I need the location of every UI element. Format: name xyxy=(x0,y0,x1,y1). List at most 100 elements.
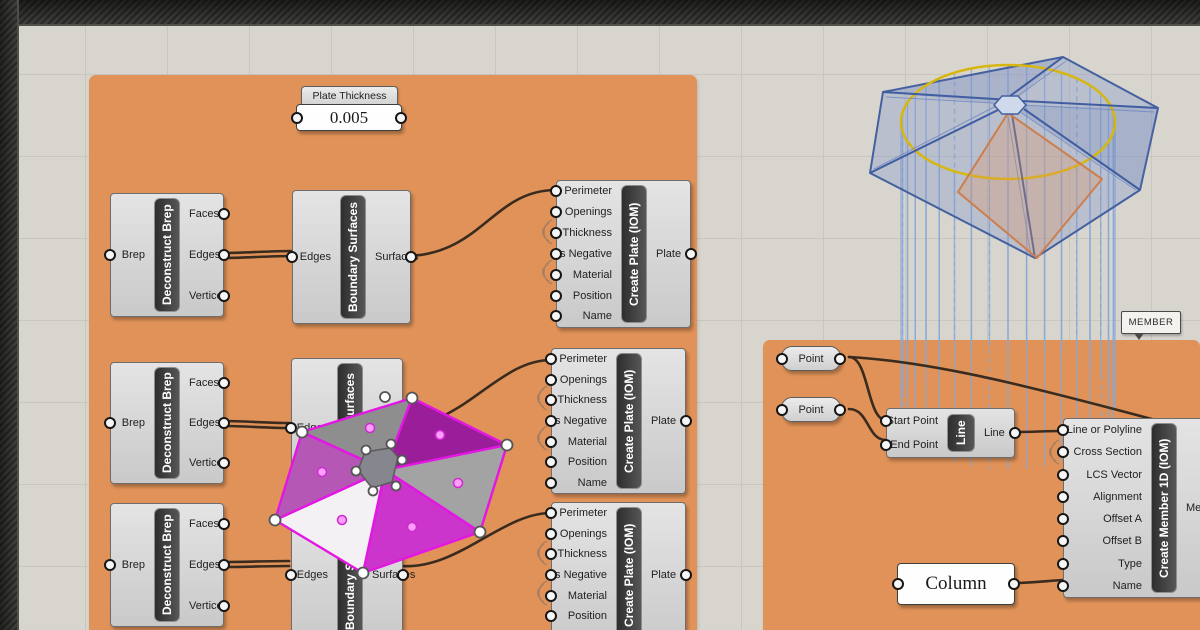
input-connector[interactable] xyxy=(1057,513,1069,525)
input-connector[interactable] xyxy=(545,610,557,622)
component-title-bar[interactable]: Deconstruct Brep xyxy=(154,198,180,312)
input-connector[interactable] xyxy=(545,374,557,386)
output-connector[interactable] xyxy=(685,248,697,260)
component-title-bar[interactable]: Boundary Surfaces xyxy=(337,363,363,492)
input-connector[interactable] xyxy=(545,415,557,427)
output-connector[interactable] xyxy=(218,290,230,302)
component-title-bar[interactable]: Line xyxy=(947,414,975,452)
output-connector[interactable] xyxy=(405,251,417,263)
input-connector[interactable] xyxy=(1057,446,1069,458)
input-connector[interactable] xyxy=(545,569,557,581)
input-connector[interactable] xyxy=(1057,491,1069,503)
component-create-plate-2[interactable]: PerimeterOpeningsThicknessIs NegativeMat… xyxy=(551,348,686,494)
input-connector[interactable] xyxy=(285,422,297,434)
component-title-bar[interactable]: Create Member 1D (IOM) xyxy=(1151,423,1177,593)
component-deconstruct-brep-1[interactable]: Brep Deconstruct Brep FacesEdgesVertices xyxy=(110,193,224,317)
output-connector[interactable] xyxy=(218,417,230,429)
canvas-edge-top xyxy=(0,0,1200,26)
input-connector[interactable] xyxy=(545,353,557,365)
input-label: Line or Polyline xyxy=(1067,424,1142,436)
component-title-bar[interactable]: Deconstruct Brep xyxy=(154,508,180,622)
output-connector[interactable] xyxy=(218,377,230,389)
input-connector[interactable] xyxy=(545,590,557,602)
component-point-2[interactable]: Point xyxy=(781,397,841,422)
output-label: Faces xyxy=(189,518,219,530)
output-connector[interactable] xyxy=(218,457,230,469)
output-connector[interactable] xyxy=(1009,427,1021,439)
component-boundary-surfaces-3[interactable]: Edges Boundary Surfaces Surfaces xyxy=(291,505,403,630)
input-connector[interactable] xyxy=(776,404,788,416)
input-connector[interactable] xyxy=(104,559,116,571)
input-connector[interactable] xyxy=(550,248,562,260)
input-connector[interactable] xyxy=(1057,580,1069,592)
output-connector[interactable] xyxy=(218,559,230,571)
input-label: Thickness xyxy=(562,227,612,239)
input-connector[interactable] xyxy=(104,417,116,429)
input-connector[interactable] xyxy=(880,415,892,427)
input-connector[interactable] xyxy=(550,227,562,239)
component-title-bar[interactable]: Deconstruct Brep xyxy=(154,367,180,479)
output-connector[interactable] xyxy=(218,600,230,612)
output-connector[interactable] xyxy=(397,569,409,581)
input-connector[interactable] xyxy=(776,353,788,365)
component-boundary-surfaces-2[interactable]: Edges Boundary Surfaces Surfaces xyxy=(291,358,403,497)
input-connector[interactable] xyxy=(1057,535,1069,547)
input-connector[interactable] xyxy=(285,569,297,581)
input-connector[interactable] xyxy=(545,528,557,540)
output-connector[interactable] xyxy=(680,569,692,581)
input-connector[interactable] xyxy=(1057,424,1069,436)
input-connector[interactable] xyxy=(545,456,557,468)
point-label: Point xyxy=(798,353,823,365)
member-group-tag[interactable]: MEMBER xyxy=(1121,311,1181,334)
component-create-plate-3[interactable]: PerimeterOpeningsThicknessIs NegativeMat… xyxy=(551,502,686,630)
output-connector[interactable] xyxy=(834,353,846,365)
input-connector[interactable] xyxy=(545,477,557,489)
output-connector[interactable] xyxy=(218,208,230,220)
input-connector[interactable] xyxy=(104,249,116,261)
component-create-plate-1[interactable]: PerimeterOpeningsThicknessIs NegativeMat… xyxy=(556,180,691,328)
input-connector[interactable] xyxy=(545,436,557,448)
component-title-bar[interactable]: Create Plate (IOM) xyxy=(621,185,647,323)
column-name-panel[interactable]: Column xyxy=(897,563,1015,605)
column-panel-text: Column xyxy=(925,573,986,595)
component-deconstruct-brep-3[interactable]: Brep Deconstruct Brep FacesEdgesVertices xyxy=(110,503,224,627)
input-label: Perimeter xyxy=(564,185,612,197)
input-label: Material xyxy=(573,269,612,281)
input-connector[interactable] xyxy=(545,507,557,519)
input-connector[interactable] xyxy=(550,185,562,197)
plate-thickness-value-panel[interactable]: 0.005 xyxy=(296,104,402,131)
input-label: Perimeter xyxy=(559,353,607,365)
output-connector[interactable] xyxy=(218,518,230,530)
input-connector[interactable] xyxy=(880,439,892,451)
input-label: Thickness xyxy=(557,394,607,406)
output-connector[interactable] xyxy=(218,249,230,261)
output-label: Edges xyxy=(189,559,220,571)
component-create-member-1d[interactable]: Line or PolylineCross SectionLCS VectorA… xyxy=(1063,418,1200,598)
input-connector[interactable] xyxy=(1057,469,1069,481)
input-connector[interactable] xyxy=(545,394,557,406)
slider-header[interactable]: Plate Thickness xyxy=(301,86,398,106)
input-connector[interactable] xyxy=(286,251,298,263)
component-title-bar[interactable]: Boundary Surfaces xyxy=(337,510,363,630)
component-line[interactable]: Start PointEnd Point Line Line xyxy=(886,408,1015,458)
output-connector[interactable] xyxy=(395,112,407,124)
output-connector[interactable] xyxy=(680,415,692,427)
component-point-1[interactable]: Point xyxy=(781,346,841,371)
component-title-bar[interactable]: Create Plate (IOM) xyxy=(616,507,642,630)
input-connector[interactable] xyxy=(1057,558,1069,570)
component-title-bar[interactable]: Create Plate (IOM) xyxy=(616,353,642,489)
input-connector[interactable] xyxy=(550,206,562,218)
input-connector[interactable] xyxy=(545,548,557,560)
output-connector[interactable] xyxy=(397,422,409,434)
input-connector[interactable] xyxy=(550,290,562,302)
input-connector[interactable] xyxy=(550,269,562,281)
component-deconstruct-brep-2[interactable]: Brep Deconstruct Brep FacesEdgesVertices xyxy=(110,362,224,484)
output-connector[interactable] xyxy=(1008,578,1020,590)
component-boundary-surfaces-1[interactable]: Edges Boundary Surfaces Surfaces xyxy=(292,190,411,324)
input-connector[interactable] xyxy=(892,578,904,590)
input-label: Is Negative xyxy=(557,248,612,260)
component-title-bar[interactable]: Boundary Surfaces xyxy=(340,195,366,319)
output-connector[interactable] xyxy=(834,404,846,416)
input-connector[interactable] xyxy=(291,112,303,124)
input-connector[interactable] xyxy=(550,310,562,322)
